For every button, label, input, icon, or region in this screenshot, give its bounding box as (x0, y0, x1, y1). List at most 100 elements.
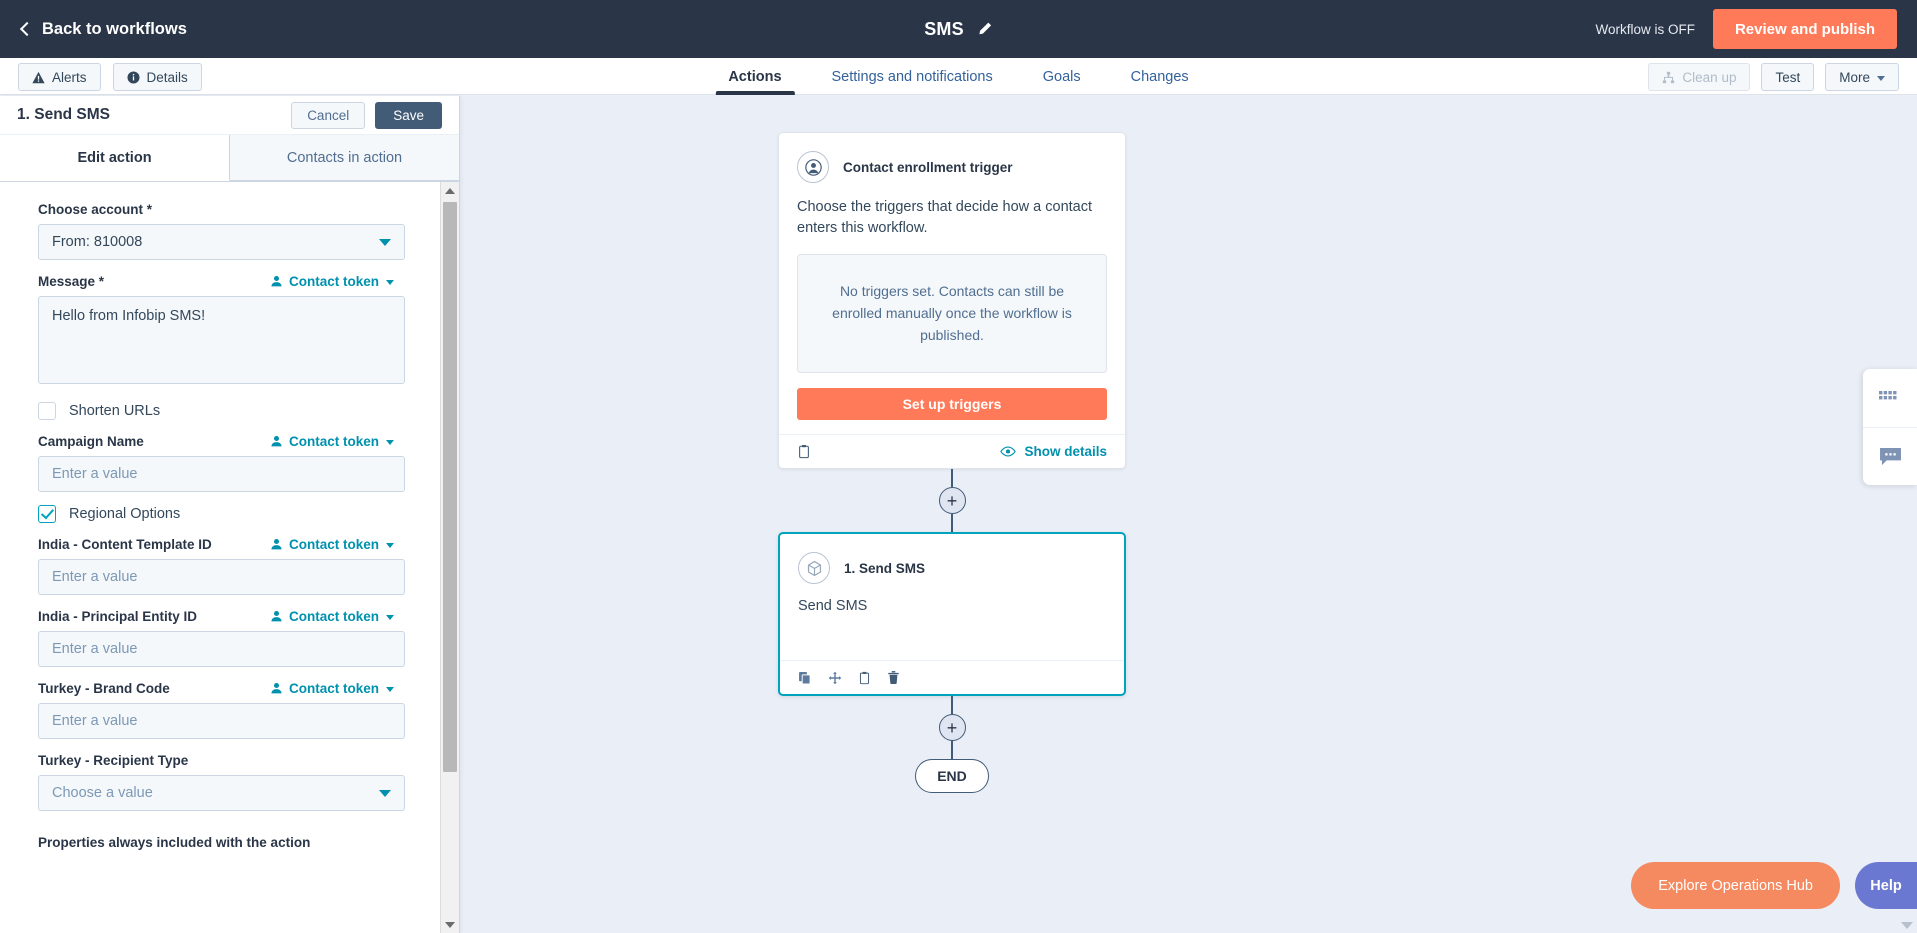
secondary-nav-bar: Alerts Details Actions Settings and noti… (0, 58, 1917, 95)
message-textarea[interactable] (38, 296, 405, 384)
turkey-recipient-label-row: Turkey - Recipient Type (38, 753, 418, 768)
scroll-down-arrow-icon[interactable] (441, 916, 459, 933)
regional-options-label: Regional Options (69, 506, 181, 522)
workflow-title: SMS (924, 18, 964, 39)
alerts-button[interactable]: Alerts (18, 63, 101, 91)
contact-token-india-template-link[interactable]: Contact token (270, 537, 394, 552)
choose-account-select[interactable]: From: 810008 (38, 224, 405, 260)
apps-grid-button[interactable] (1863, 369, 1917, 427)
tab-settings-and-notifications[interactable]: Settings and notifications (807, 58, 1018, 95)
workflow-flow-column: Contact enrollment trigger Choose the tr… (778, 132, 1126, 794)
contact-token-india-entity-link[interactable]: Contact token (270, 609, 394, 624)
tab-actions-label: Actions (728, 68, 782, 85)
panel-form-body: Choose account * From: 810008 Message * (0, 182, 440, 933)
explore-operations-hub-button[interactable]: Explore Operations Hub (1631, 862, 1840, 909)
panel-tab-edit-action[interactable]: Edit action (0, 135, 230, 181)
send-sms-action-card[interactable]: 1. Send SMS Send SMS (778, 532, 1126, 697)
turkey-brand-code-input[interactable] (38, 703, 405, 739)
panel-scrollbar[interactable] (440, 182, 459, 933)
test-button[interactable]: Test (1761, 63, 1815, 91)
more-button[interactable]: More (1825, 63, 1899, 91)
chat-button[interactable] (1863, 427, 1917, 485)
chevron-left-icon (19, 21, 35, 36)
workflow-canvas[interactable]: Contact enrollment trigger Choose the tr… (460, 96, 1917, 933)
top-header-bar: Back to workflows SMS Workflow is OFF Re… (0, 0, 1917, 58)
chevron-down-icon (386, 280, 394, 285)
delete-trash-icon[interactable] (887, 670, 900, 685)
trigger-card-header: Contact enrollment trigger (779, 133, 1125, 183)
trigger-empty-state-text: No triggers set. Contacts can still be e… (797, 254, 1107, 374)
chevron-down-icon (386, 615, 394, 620)
clipboard-icon[interactable] (797, 444, 811, 459)
grid-apps-icon (1879, 391, 1897, 400)
top-header-actions: Workflow is OFF Review and publish (1595, 0, 1917, 58)
tab-changes[interactable]: Changes (1106, 58, 1214, 95)
contact-enrollment-trigger-card[interactable]: Contact enrollment trigger Choose the tr… (778, 132, 1126, 470)
contact-token-campaign-link[interactable]: Contact token (270, 434, 394, 449)
canvas-scroll-down-arrow-icon[interactable] (1901, 922, 1913, 929)
action-card-title: 1. Send SMS (844, 560, 926, 576)
clipboard-icon[interactable] (858, 671, 871, 685)
campaign-name-input[interactable] (38, 456, 405, 492)
edit-action-panel: 1. Send SMS Cancel Save Edit action Cont… (0, 96, 460, 933)
tab-changes-label: Changes (1130, 68, 1189, 85)
scroll-up-arrow-icon[interactable] (441, 182, 459, 199)
info-circle-icon (127, 70, 140, 84)
india-entity-label-row: India - Principal Entity ID Contact toke… (38, 609, 418, 624)
chevron-down-icon (386, 440, 394, 445)
connector-line (951, 514, 953, 533)
turkey-recipient-type-value: Choose a value (52, 785, 153, 801)
end-node[interactable]: END (915, 759, 989, 794)
show-details-link[interactable]: Show details (1000, 444, 1107, 459)
shorten-urls-label: Shorten URLs (69, 403, 161, 419)
add-step-button-bottom[interactable]: + (938, 714, 966, 742)
chevron-down-icon (379, 238, 391, 246)
india-content-template-input[interactable] (38, 559, 405, 595)
alerts-label: Alerts (52, 69, 87, 85)
choose-account-value: From: 810008 (52, 234, 143, 250)
tab-goals-label: Goals (1042, 68, 1081, 85)
message-label-row: Message * Contact token (38, 274, 418, 289)
chevron-down-icon (386, 687, 394, 692)
india-principal-entity-input[interactable] (38, 631, 405, 667)
copy-icon[interactable] (798, 671, 812, 685)
save-button[interactable]: Save (375, 101, 442, 129)
review-and-publish-button[interactable]: Review and publish (1712, 9, 1897, 49)
cancel-button[interactable]: Cancel (291, 101, 366, 129)
panel-header-buttons: Cancel Save (291, 101, 442, 129)
trigger-card-description: Choose the triggers that decide how a co… (797, 199, 1093, 236)
add-step-button-top[interactable]: + (938, 487, 966, 515)
secondary-nav-right-buttons: Clean up Test More (1648, 63, 1899, 91)
contact-token-message-link[interactable]: Contact token (270, 274, 394, 289)
turkey-recipient-type-select[interactable]: Choose a value (38, 775, 405, 811)
workflow-title-group: SMS (924, 19, 993, 40)
field-turkey-brand-code: Turkey - Brand Code Contact token (38, 681, 418, 739)
trigger-card-footer: Show details (779, 434, 1125, 468)
show-details-label: Show details (1024, 444, 1107, 460)
panel-scrollbar-thumb[interactable] (443, 202, 457, 772)
shorten-urls-row: Shorten URLs (38, 402, 418, 420)
connector-line (951, 469, 953, 488)
help-button[interactable]: Help (1855, 862, 1917, 909)
field-turkey-recipient-type: Turkey - Recipient Type Choose a value (38, 753, 418, 811)
message-label: Message * (38, 274, 105, 289)
india-principal-entity-label: India - Principal Entity ID (38, 609, 198, 624)
shorten-urls-checkbox[interactable] (38, 402, 56, 420)
set-up-triggers-button[interactable]: Set up triggers (797, 388, 1107, 421)
contact-token-turkey-brand-link[interactable]: Contact token (270, 681, 394, 696)
panel-tab-contacts-in-action[interactable]: Contacts in action (230, 135, 459, 181)
panel-header: 1. Send SMS Cancel Save (0, 96, 459, 135)
pencil-edit-icon[interactable] (977, 21, 993, 37)
move-icon[interactable] (828, 671, 842, 685)
back-to-workflows-link[interactable]: Back to workflows (19, 19, 187, 39)
tab-actions[interactable]: Actions (703, 58, 806, 95)
tab-goals[interactable]: Goals (1018, 58, 1106, 95)
details-button[interactable]: Details (112, 63, 202, 91)
field-choose-account: Choose account * From: 810008 (38, 202, 418, 260)
back-to-workflows-label: Back to workflows (42, 19, 187, 38)
clean-up-button: Clean up (1648, 63, 1751, 91)
contact-token-label: Contact token (288, 609, 379, 624)
choose-account-label-row: Choose account * (38, 202, 418, 217)
regional-options-checkbox[interactable] (38, 505, 56, 523)
choose-account-label: Choose account * (38, 202, 153, 217)
